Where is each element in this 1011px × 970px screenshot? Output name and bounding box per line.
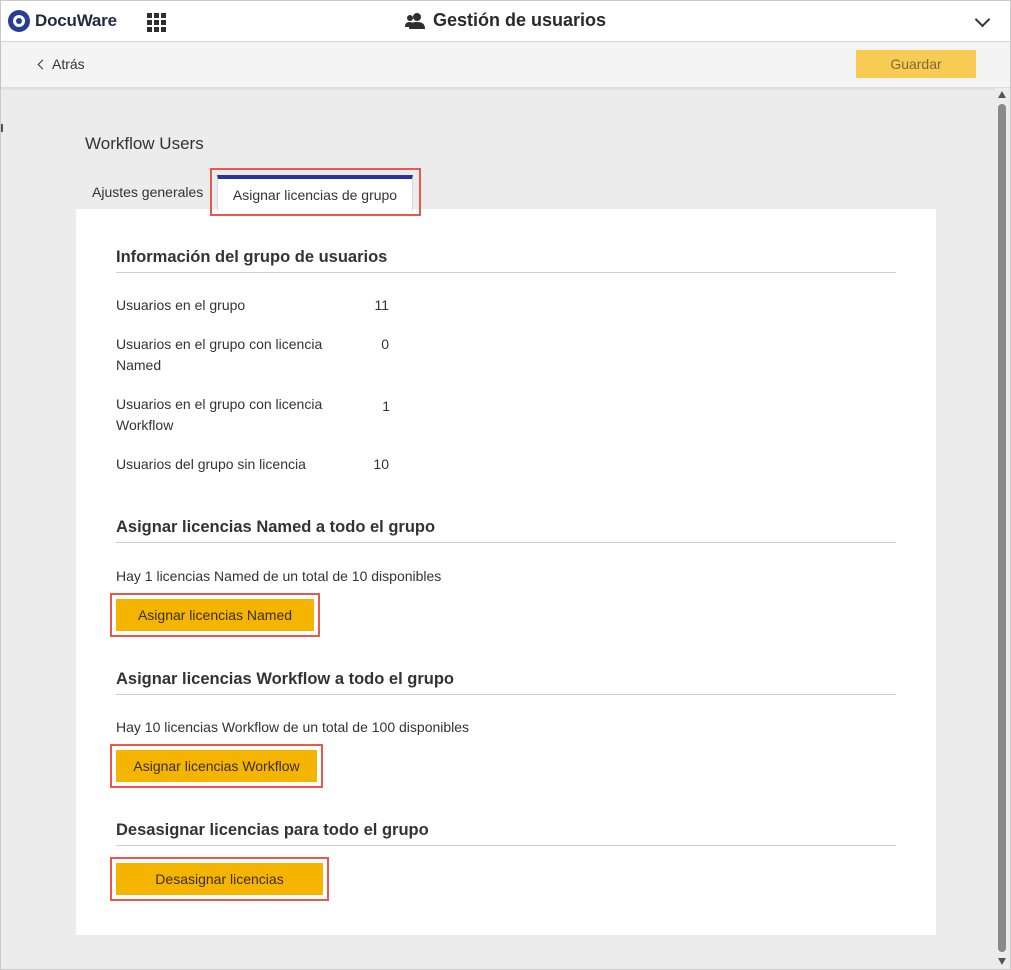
unassign-licenses-button[interactable]: Desasignar licencias	[116, 863, 323, 895]
scroll-down-arrow-icon[interactable]	[998, 958, 1006, 965]
named-section-heading: Asignar licencias Named a todo el grupo	[116, 518, 896, 543]
unassign-section-heading: Desasignar licencias para todo el grupo	[116, 821, 896, 846]
window-edge-marker	[1, 124, 3, 132]
info-row-label: Usuarios en el grupo con licencia Workflo…	[116, 396, 323, 433]
app-header: DocuWare Gestión de usuarios	[1, 1, 1010, 42]
action-bar: Atrás Guardar	[1, 42, 1010, 88]
assign-named-licenses-button[interactable]: Asignar licencias Named	[116, 599, 314, 631]
scroll-up-arrow-icon[interactable]	[998, 91, 1006, 98]
group-info-heading: Información del grupo de usuarios	[116, 248, 896, 273]
app-window: DocuWare Gestión de usuarios Atrás Guard…	[0, 0, 1011, 970]
info-row-value: 1	[382, 398, 390, 414]
assign-workflow-licenses-button[interactable]: Asignar licencias Workflow	[116, 750, 317, 782]
workflow-section-heading: Asignar licencias Workflow a todo el gru…	[116, 670, 896, 695]
page-title: Workflow Users	[85, 134, 204, 153]
save-button[interactable]: Guardar	[856, 50, 976, 78]
page-header-title: Gestión de usuarios	[432, 10, 607, 30]
info-row-label: Usuarios del grupo sin licencia	[116, 456, 306, 472]
users-icon	[404, 12, 425, 29]
info-row-value: 0	[381, 336, 389, 352]
info-row-value: 11	[374, 297, 389, 313]
info-row-value: 10	[373, 456, 389, 472]
named-availability-text: Hay 1 licencias Named de un total de 10 …	[116, 568, 442, 584]
back-label: Atrás	[52, 56, 85, 72]
tab-ajustes-generales[interactable]: Ajustes generales	[92, 184, 203, 200]
chevron-left-icon	[37, 59, 48, 69]
header-title-group: Gestión de usuarios	[1, 10, 1010, 31]
back-link[interactable]: Atrás	[37, 56, 85, 72]
info-row-label: Usuarios en el grupo	[116, 297, 246, 313]
tab-asignar-licencias-de-grupo[interactable]: Asignar licencias de grupo	[217, 175, 413, 211]
vertical-scrollbar[interactable]	[995, 88, 1010, 969]
info-row-label: Usuarios en el grupo con licencia Named	[116, 336, 323, 373]
scroll-thumb[interactable]	[998, 104, 1006, 952]
workflow-availability-text: Hay 10 licencias Workflow de un total de…	[116, 719, 470, 735]
